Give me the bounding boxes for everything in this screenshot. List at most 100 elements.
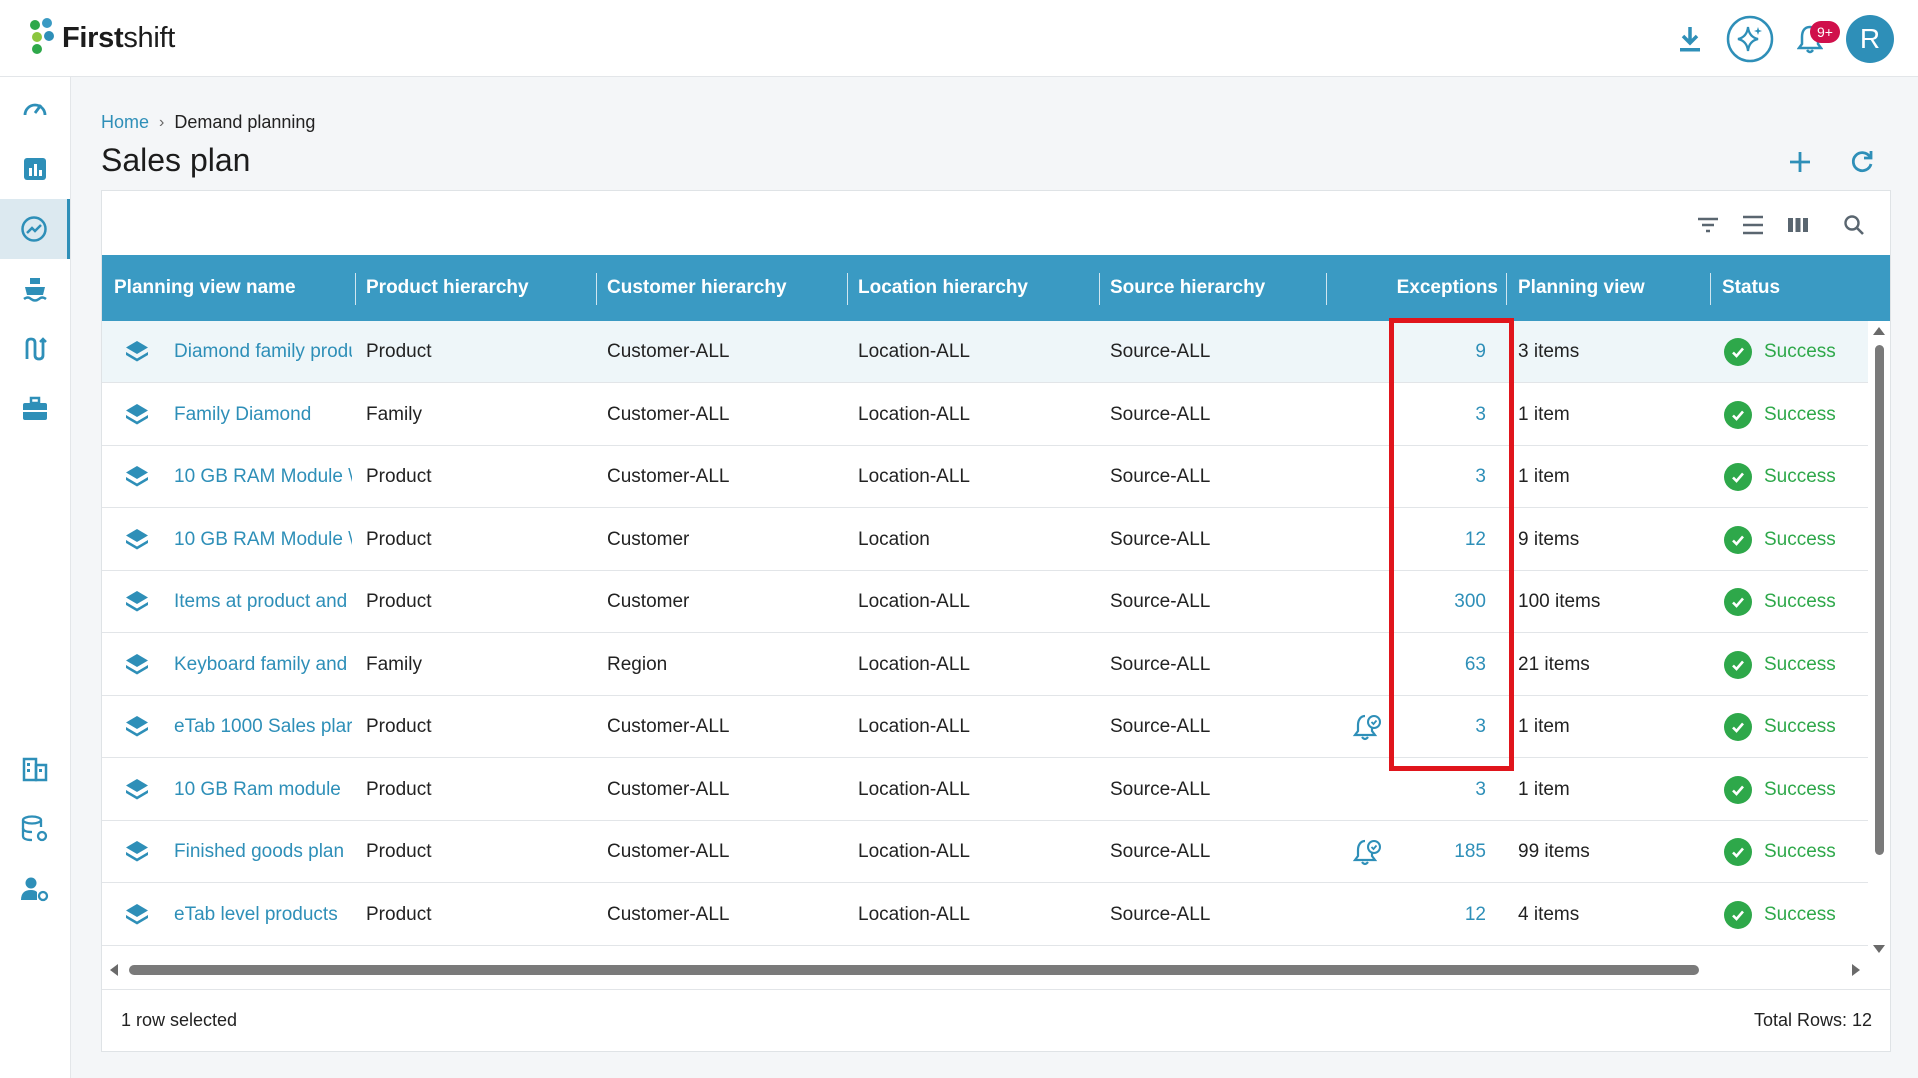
sidebar-item-data-settings[interactable] — [0, 799, 70, 859]
vertical-scrollbar[interactable] — [1872, 325, 1886, 955]
exceptions-count-link[interactable]: 12 — [1402, 884, 1486, 946]
planning-view-count-cell: 99 items — [1518, 841, 1590, 862]
horizontal-scrollbar[interactable] — [102, 959, 1890, 981]
planning-view-count-cell: 4 items — [1518, 903, 1580, 925]
customer-hierarchy-cell: Customer — [607, 591, 690, 612]
column-header-exceptions[interactable]: Exceptions — [1360, 255, 1498, 321]
sidebar-item-supply[interactable] — [0, 259, 70, 319]
scroll-right-icon[interactable] — [1850, 963, 1862, 977]
planning-view-name-link[interactable]: Items at product and — [174, 571, 352, 633]
exception-alert-icon[interactable] — [1348, 821, 1388, 883]
sidebar-item-demand-planning[interactable] — [0, 199, 70, 259]
planning-view-name-link[interactable]: Finished goods plan — [174, 821, 352, 883]
ai-assistant-button[interactable] — [1726, 15, 1774, 63]
location-hierarchy-cell: Location-ALL — [858, 466, 970, 487]
scroll-down-icon[interactable] — [1872, 943, 1886, 955]
planning-view-count-cell: 1 item — [1518, 403, 1570, 425]
sidebar-item-dashboard[interactable] — [0, 79, 70, 139]
add-button[interactable] — [1780, 142, 1820, 182]
horizontal-scroll-thumb[interactable] — [129, 965, 1699, 975]
table-row[interactable]: Family Diamond Family Customer-ALL Location… — [102, 384, 1868, 446]
source-hierarchy-cell: Source-ALL — [1110, 403, 1211, 425]
table-row[interactable]: eTab level products Product Customer-ALL Lo… — [102, 884, 1868, 946]
layers-icon — [122, 321, 152, 383]
density-button[interactable] — [1735, 207, 1771, 243]
logo-mark-icon — [28, 18, 58, 58]
sidebar-item-user-settings[interactable] — [0, 859, 70, 919]
table-row[interactable]: 10 GB Ram module Product Customer-ALL Locat… — [102, 759, 1868, 821]
columns-button[interactable] — [1780, 207, 1816, 243]
planning-view-count-cell: 100 items — [1518, 591, 1601, 612]
filter-button[interactable] — [1690, 207, 1726, 243]
customer-hierarchy-cell: Customer-ALL — [607, 903, 730, 925]
planning-view-name-link[interactable]: 10 GB RAM Module \ — [174, 446, 352, 508]
refresh-button[interactable] — [1842, 142, 1882, 182]
column-header-planning-view[interactable]: Planning view — [1518, 255, 1645, 321]
sparkle-icon — [1726, 15, 1774, 62]
status-label: Success — [1764, 841, 1836, 862]
status-cell: Success — [1724, 509, 1864, 571]
planning-view-name-link[interactable]: eTab 1000 Sales plar — [174, 696, 352, 758]
table-row[interactable]: 10 GB RAM Module \ Product Customer-ALL Loc… — [102, 446, 1868, 508]
download-button[interactable] — [1666, 15, 1714, 63]
layers-icon — [122, 696, 152, 758]
table-row[interactable]: eTab 1000 Sales plar Product Customer-ALL L… — [102, 696, 1868, 758]
column-header-product-hierarchy[interactable]: Product hierarchy — [366, 255, 529, 321]
location-hierarchy-cell: Location-ALL — [858, 778, 970, 800]
location-hierarchy-cell: Location — [858, 528, 930, 550]
status-cell: Success — [1724, 384, 1864, 446]
status-cell: Success — [1724, 321, 1864, 383]
column-header-source-hierarchy[interactable]: Source hierarchy — [1110, 255, 1265, 321]
status-cell: Success — [1724, 759, 1864, 821]
table-row[interactable]: Items at product and Product Customer Locat… — [102, 571, 1868, 633]
planning-view-name-link[interactable]: Diamond family produ — [174, 321, 352, 383]
planning-view-name-link[interactable]: 10 GB Ram module — [174, 759, 352, 821]
layers-icon — [122, 821, 152, 883]
status-cell: Success — [1724, 571, 1864, 633]
column-header-location-hierarchy[interactable]: Location hierarchy — [858, 255, 1028, 321]
exception-alert-icon[interactable] — [1348, 696, 1388, 758]
planning-view-name-link[interactable]: Family Diamond — [174, 384, 352, 446]
user-avatar[interactable]: R — [1846, 14, 1894, 63]
status-label: Success — [1764, 903, 1836, 925]
table-row[interactable]: Diamond family produ Product Customer-ALL L… — [102, 321, 1868, 383]
refresh-icon — [1851, 151, 1873, 173]
app-logo[interactable]: Firstshift — [28, 18, 175, 58]
product-hierarchy-cell: Family — [366, 653, 422, 675]
status-label: Success — [1764, 653, 1836, 675]
vertical-scroll-thumb[interactable] — [1875, 345, 1884, 855]
success-check-icon — [1724, 900, 1752, 929]
scroll-up-icon[interactable] — [1872, 325, 1886, 337]
status-label: Success — [1764, 716, 1836, 737]
status-cell: Success — [1724, 696, 1864, 758]
customer-hierarchy-cell: Customer-ALL — [607, 341, 730, 362]
sidebar-item-reports[interactable] — [0, 139, 70, 199]
sidebar-item-routes[interactable] — [0, 319, 70, 379]
menu-lines-icon — [1743, 215, 1763, 235]
table-row[interactable]: Finished goods plan Product Customer-ALL Lo… — [102, 821, 1868, 883]
source-hierarchy-cell: Source-ALL — [1110, 716, 1211, 737]
total-rows: Total Rows: 12 — [1753, 1010, 1872, 1030]
column-header-customer-hierarchy[interactable]: Customer hierarchy — [607, 255, 787, 321]
table-toolbar — [1681, 207, 1872, 243]
plus-icon — [1790, 152, 1810, 172]
product-hierarchy-cell: Product — [366, 528, 432, 550]
planning-view-name-link[interactable]: Keyboard family and — [174, 634, 352, 696]
notifications-button[interactable]: 9+ — [1786, 15, 1840, 63]
table-row[interactable]: 10 GB RAM Module \ Product Customer Locatio… — [102, 509, 1868, 571]
breadcrumb-home-link[interactable]: Home — [101, 112, 149, 133]
sidebar-item-organization[interactable] — [0, 739, 70, 799]
column-header-status[interactable]: Status — [1722, 255, 1780, 321]
column-header-planning-view-name[interactable]: Planning view name — [114, 255, 296, 321]
location-hierarchy-cell: Location-ALL — [858, 903, 970, 925]
sidebar-item-portfolio[interactable] — [0, 379, 70, 439]
table-row[interactable]: Keyboard family and Family Region Location-… — [102, 634, 1868, 696]
search-button[interactable] — [1836, 207, 1872, 243]
planning-view-name-link[interactable]: 10 GB RAM Module \ — [174, 509, 352, 571]
location-hierarchy-cell: Location-ALL — [858, 591, 970, 612]
product-hierarchy-cell: Family — [366, 403, 422, 425]
product-hierarchy-cell: Product — [366, 341, 432, 362]
planning-view-name-link[interactable]: eTab level products — [174, 884, 352, 946]
scroll-left-icon[interactable] — [108, 963, 120, 977]
exceptions-count-link[interactable]: 185 — [1402, 821, 1486, 883]
